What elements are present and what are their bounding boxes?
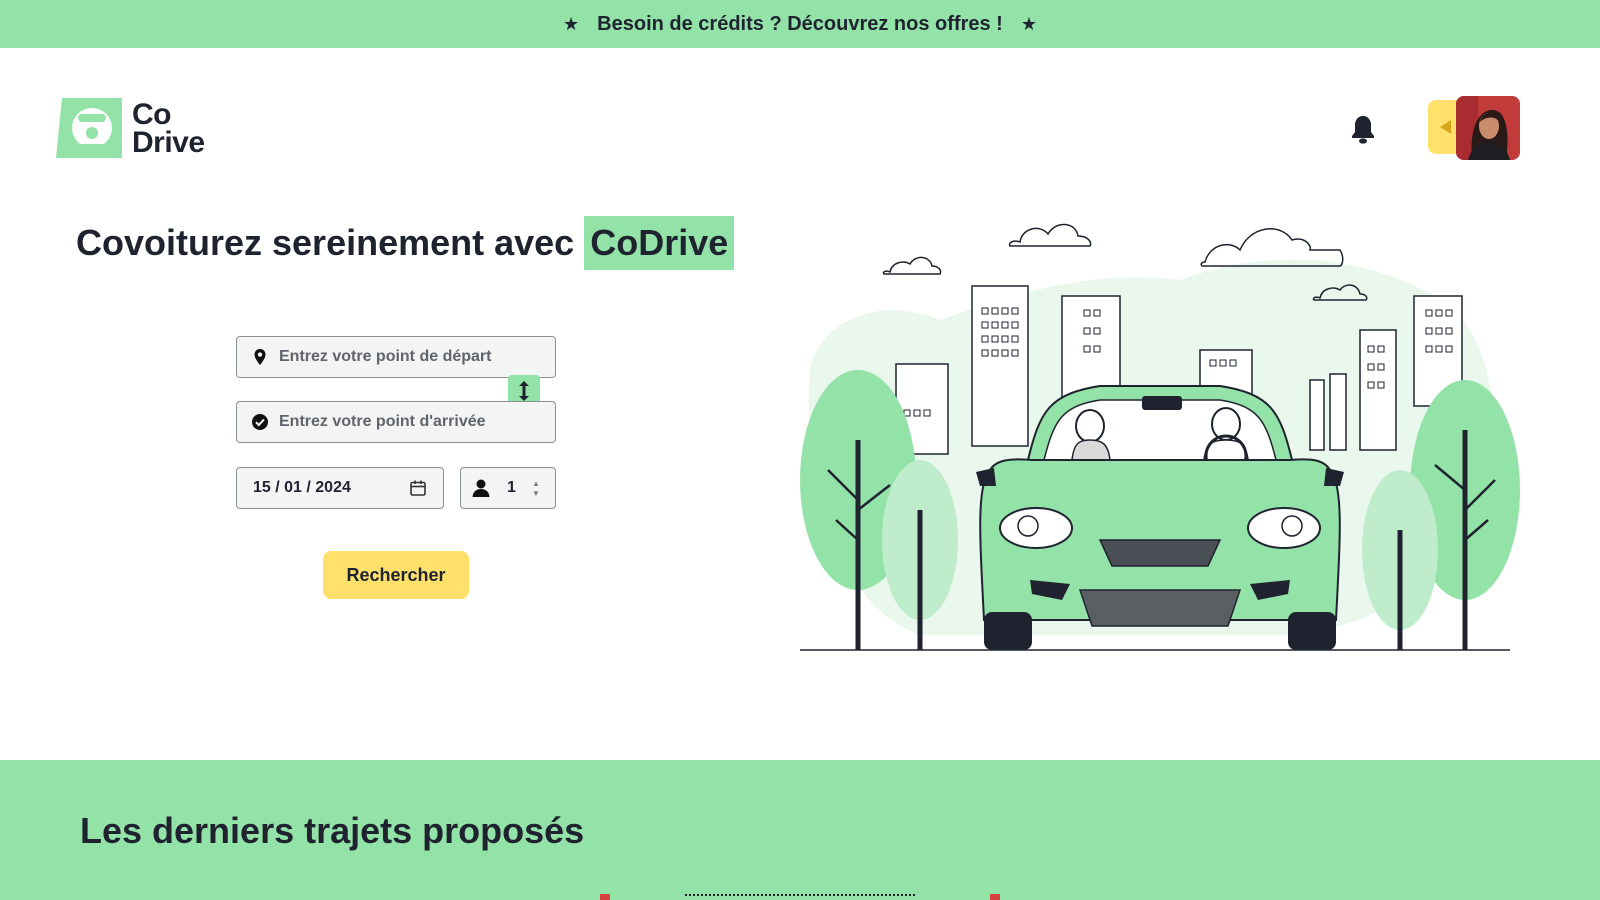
user-photo [1456, 96, 1520, 160]
trip-card-preview [600, 888, 1000, 900]
promo-banner-text: Besoin de crédits ? Découvrez nos offres… [597, 12, 1003, 35]
promo-banner[interactable]: ★ Besoin de crédits ? Découvrez nos offr… [0, 0, 1600, 48]
search-button[interactable]: Rechercher [323, 551, 469, 599]
hero-title: Covoiturez sereinement avec CoDrive [76, 214, 735, 272]
latest-trips-title: Les derniers trajets proposés [80, 810, 585, 851]
notifications-button[interactable] [1350, 114, 1376, 144]
calendar-icon[interactable] [409, 479, 427, 497]
number-stepper[interactable]: ▲ ▼ [529, 480, 543, 498]
logo-line-1: Co [132, 98, 171, 131]
swap-vertical-icon [519, 381, 529, 401]
arrival-field[interactable] [236, 401, 556, 443]
star-icon: ★ [563, 13, 580, 34]
profile-menu[interactable] [1428, 96, 1520, 160]
latest-trips-section: Les derniers trajets proposés [0, 760, 1600, 900]
departure-field[interactable] [236, 336, 556, 378]
chevron-down-icon[interactable]: ▼ [532, 490, 540, 498]
passengers-field[interactable]: 1 ▲ ▼ [460, 467, 556, 509]
arrival-input[interactable] [279, 413, 555, 431]
carpool-illustration [800, 223, 1520, 651]
date-field[interactable]: 15 / 01 / 2024 [236, 467, 444, 509]
passengers-value: 1 [507, 479, 516, 496]
hero-title-prefix: Covoiturez sereinement avec [76, 222, 575, 263]
chevron-up-icon[interactable]: ▲ [532, 480, 540, 488]
avatar[interactable] [1456, 96, 1520, 160]
marker-icon [990, 894, 1000, 900]
bell-icon [1352, 116, 1374, 144]
departure-input[interactable] [279, 348, 555, 366]
hero-title-highlight: CoDrive [584, 216, 735, 270]
marker-icon [600, 894, 610, 900]
codrive-logo[interactable]: Co Drive [56, 96, 205, 162]
logo-line-2: Drive [132, 126, 205, 159]
check-circle-icon [252, 414, 268, 430]
location-pin-icon [254, 349, 266, 365]
star-icon: ★ [1020, 13, 1037, 34]
person-icon [472, 479, 490, 497]
date-value: 15 / 01 / 2024 [253, 479, 351, 496]
route-line [685, 894, 915, 900]
codrive-logo-mark-icon [56, 98, 122, 158]
